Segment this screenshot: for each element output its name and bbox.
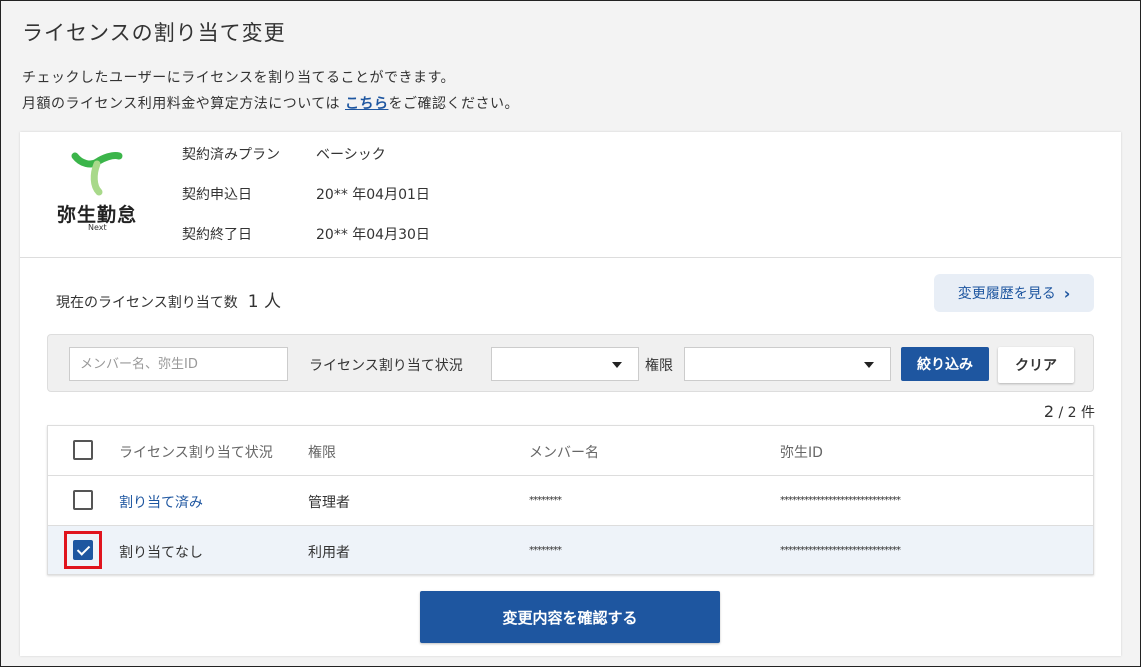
license-count-value: 1 人 <box>247 292 281 312</box>
pricing-link[interactable]: こちら <box>345 96 389 112</box>
apply-date-row: 契約申込日 20** 年04月01日 <box>182 184 430 204</box>
status-filter-label: ライセンス割り当て状況 <box>309 358 463 374</box>
role-filter-label: 権限 <box>645 358 673 374</box>
clear-button[interactable]: クリア <box>998 347 1074 383</box>
header-role: 権限 <box>308 445 336 461</box>
plan-label: 契約済みプラン <box>182 147 280 163</box>
end-date-label: 契約終了日 <box>182 227 252 243</box>
row-role: 利用者 <box>308 545 350 561</box>
apply-date-label: 契約申込日 <box>182 187 252 203</box>
result-shown: 2 <box>1043 402 1055 421</box>
license-count-label: 現在のライセンス割り当て数 <box>56 295 238 311</box>
caret-down-icon <box>864 362 874 368</box>
header-status: ライセンス割り当て状況 <box>119 445 273 461</box>
checkbox-highlight <box>64 531 102 569</box>
row-member-name: ******** <box>529 545 562 556</box>
caret-down-icon <box>612 362 622 368</box>
description-line-2: 月額のライセンス利用料金や算定方法については こちらをご確認ください。 <box>22 93 519 113</box>
member-table: ライセンス割り当て状況 権限 メンバー名 弥生ID 割り当て済み 管理者 ***… <box>47 425 1094 575</box>
plan-row: 契約済みプラン ベーシック <box>182 144 386 164</box>
product-sub: Next <box>88 223 107 232</box>
row-status[interactable]: 割り当て済み <box>119 492 203 512</box>
result-count: 2 / 2 件 <box>1044 402 1095 422</box>
plan-area: 弥生勤怠 Next 契約済みプラン ベーシック 契約申込日 20** 年04月01日… <box>20 132 1121 258</box>
filter-button[interactable]: 絞り込み <box>901 347 989 381</box>
select-all-checkbox[interactable] <box>73 440 93 460</box>
search-input[interactable] <box>69 347 288 381</box>
page-title: ライセンスの割り当て変更 <box>22 21 286 45</box>
row-member-name: ******** <box>529 495 562 506</box>
row-yayoi-id: ****************************** <box>780 545 901 556</box>
header-id: 弥生ID <box>780 445 823 461</box>
page-frame: ライセンスの割り当て変更 チェックしたユーザーにライセンスを割り当てることができ… <box>0 0 1141 667</box>
end-date-row: 契約終了日 20** 年04月30日 <box>182 224 430 244</box>
table-row: 割り当てなし 利用者 ******** ********************… <box>48 526 1093 574</box>
row-role: 管理者 <box>308 495 350 511</box>
description-suffix: をご確認ください。 <box>388 96 519 112</box>
apply-date-value: 20** 年04月01日 <box>316 187 430 203</box>
plan-value: ベーシック <box>316 147 386 163</box>
confirm-changes-button[interactable]: 変更内容を確認する <box>420 591 720 643</box>
chevron-right-icon: › <box>1063 283 1071 303</box>
description-line-1: チェックしたユーザーにライセンスを割り当てることができます。 <box>22 70 456 86</box>
table-row: 割り当て済み 管理者 ******** ********************… <box>48 476 1093 526</box>
result-total: / 2 件 <box>1058 405 1095 421</box>
row-checkbox[interactable] <box>73 490 93 510</box>
role-select[interactable] <box>684 347 891 381</box>
license-card: 弥生勤怠 Next 契約済みプラン ベーシック 契約申込日 20** 年04月01日… <box>20 132 1121 656</box>
row-yayoi-id: ****************************** <box>780 495 901 506</box>
table-header: ライセンス割り当て状況 権限 メンバー名 弥生ID <box>48 426 1093 476</box>
view-history-button[interactable]: 変更履歴を見る › <box>934 274 1094 312</box>
status-select[interactable] <box>491 347 639 381</box>
yayoi-logo-icon <box>71 152 123 196</box>
header-name: メンバー名 <box>529 445 599 461</box>
product-logo: 弥生勤怠 Next <box>57 150 147 240</box>
filter-bar: ライセンス割り当て状況 権限 絞り込み クリア <box>47 334 1094 392</box>
end-date-value: 20** 年04月30日 <box>316 227 430 243</box>
license-count: 現在のライセンス割り当て数 1 人 <box>56 287 281 312</box>
row-status: 割り当てなし <box>119 545 203 561</box>
description-prefix: 月額のライセンス利用料金や算定方法については <box>22 96 345 112</box>
view-history-label: 変更履歴を見る <box>957 286 1056 302</box>
